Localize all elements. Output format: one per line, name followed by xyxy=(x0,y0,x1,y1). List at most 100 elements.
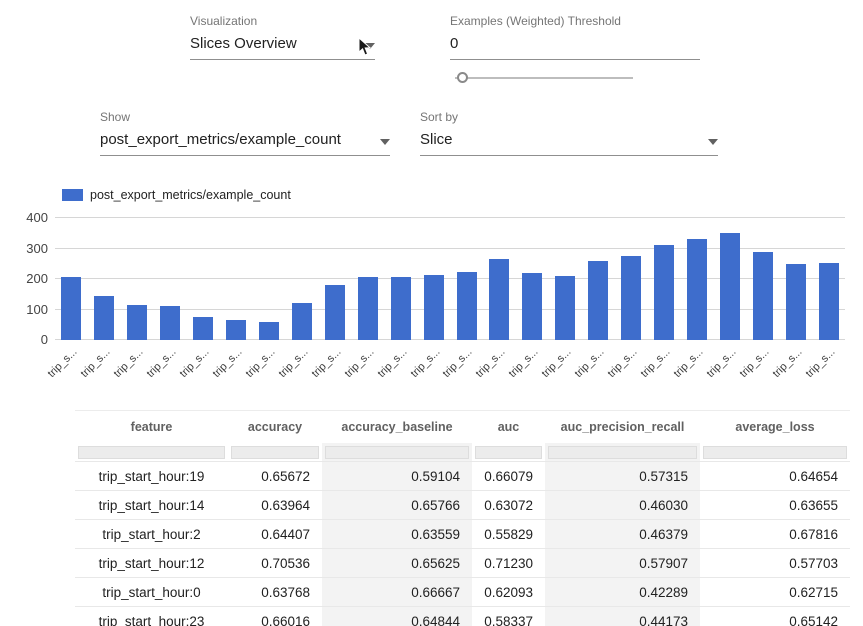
bar[interactable] xyxy=(259,322,279,340)
x-axis-label: trip_s... xyxy=(704,346,738,380)
bar[interactable] xyxy=(127,305,147,340)
table-cell: 0.63072 xyxy=(472,490,545,519)
visualization-control: Visualization Slices Overview xyxy=(190,14,375,60)
bar[interactable] xyxy=(753,252,773,340)
table-cell: 0.65766 xyxy=(322,490,472,519)
column-header-feature[interactable]: feature xyxy=(75,411,228,443)
bar[interactable] xyxy=(588,261,608,340)
table-cell: 0.66016 xyxy=(228,606,322,626)
slider-thumb[interactable] xyxy=(457,72,468,83)
table-cell: 0.62093 xyxy=(472,577,545,606)
table-cell: 0.44173 xyxy=(545,606,700,626)
x-axis-label: trip_s... xyxy=(507,346,541,380)
filter-cell xyxy=(700,443,850,461)
column-header-auc[interactable]: auc xyxy=(472,411,545,443)
table-cell: 0.57703 xyxy=(700,548,850,577)
bar[interactable] xyxy=(522,273,542,340)
bar[interactable] xyxy=(457,272,477,340)
y-axis: 0100200300400 xyxy=(10,218,48,340)
column-header-accuracy_baseline[interactable]: accuracy_baseline xyxy=(322,411,472,443)
bar[interactable] xyxy=(621,256,641,340)
threshold-slider[interactable] xyxy=(455,70,633,86)
table-cell: trip_start_hour:14 xyxy=(75,490,228,519)
x-axis-label: trip_s... xyxy=(276,346,310,380)
bar[interactable] xyxy=(489,259,509,340)
chart-legend: post_export_metrics/example_count xyxy=(62,188,291,202)
filter-cell xyxy=(228,443,322,461)
x-axis-label: trip_s... xyxy=(309,346,343,380)
table-row[interactable]: trip_start_hour:140.639640.657660.630720… xyxy=(75,490,850,519)
bar[interactable] xyxy=(193,317,213,340)
column-filter-input[interactable] xyxy=(548,446,697,459)
bar[interactable] xyxy=(94,296,114,340)
bar-slot: trip_s... xyxy=(384,218,417,340)
bars: trip_s...trip_s...trip_s...trip_s...trip… xyxy=(55,218,845,340)
bar-slot: trip_s... xyxy=(746,218,779,340)
bar[interactable] xyxy=(424,275,444,340)
column-header-average_loss[interactable]: average_loss xyxy=(700,411,850,443)
column-header-auc_precision_recall[interactable]: auc_precision_recall xyxy=(545,411,700,443)
table-cell: 0.46379 xyxy=(545,519,700,548)
slider-track[interactable] xyxy=(455,77,633,79)
column-filter-input[interactable] xyxy=(325,446,469,459)
show-dropdown[interactable]: post_export_metrics/example_count xyxy=(100,131,390,156)
bar[interactable] xyxy=(292,303,312,340)
show-value: post_export_metrics/example_count xyxy=(100,131,341,148)
x-axis-label: trip_s... xyxy=(639,346,673,380)
table-cell: 0.57907 xyxy=(545,548,700,577)
sort-dropdown[interactable]: Slice xyxy=(420,131,718,156)
sort-control: Sort by Slice xyxy=(420,110,718,156)
bar[interactable] xyxy=(61,277,81,340)
filter-cell xyxy=(75,443,228,461)
bar-slot: trip_s... xyxy=(154,218,187,340)
bar-slot: trip_s... xyxy=(121,218,154,340)
table-row[interactable]: trip_start_hour:120.705360.656250.712300… xyxy=(75,548,850,577)
bar[interactable] xyxy=(720,233,740,340)
bar-slot: trip_s... xyxy=(713,218,746,340)
table-row[interactable]: trip_start_hour:230.660160.648440.583370… xyxy=(75,606,850,626)
table-row[interactable]: trip_start_hour:20.644070.635590.558290.… xyxy=(75,519,850,548)
x-axis-label: trip_s... xyxy=(606,346,640,380)
threshold-input[interactable]: 0 xyxy=(450,35,700,60)
table-cell: 0.63655 xyxy=(700,490,850,519)
legend-swatch xyxy=(62,189,83,201)
table-cell: 0.46030 xyxy=(545,490,700,519)
bar[interactable] xyxy=(226,320,246,340)
bar[interactable] xyxy=(819,263,839,340)
column-header-accuracy[interactable]: accuracy xyxy=(228,411,322,443)
bar-slot: trip_s... xyxy=(220,218,253,340)
bar[interactable] xyxy=(325,285,345,340)
x-axis-label: trip_s... xyxy=(211,346,245,380)
table-row[interactable]: trip_start_hour:00.637680.666670.620930.… xyxy=(75,577,850,606)
show-label: Show xyxy=(100,110,390,124)
x-axis-label: trip_s... xyxy=(375,346,409,380)
bar[interactable] xyxy=(358,277,378,340)
bar[interactable] xyxy=(391,277,411,340)
table-cell: trip_start_hour:12 xyxy=(75,548,228,577)
column-filter-input[interactable] xyxy=(703,446,847,459)
column-filter-input[interactable] xyxy=(78,446,225,459)
bar[interactable] xyxy=(654,245,674,340)
table-cell: 0.65142 xyxy=(700,606,850,626)
x-axis-label: trip_s... xyxy=(46,346,80,380)
bar[interactable] xyxy=(687,239,707,340)
bar-slot: trip_s... xyxy=(450,218,483,340)
x-axis-label: trip_s... xyxy=(145,346,179,380)
x-axis-label: trip_s... xyxy=(573,346,607,380)
bar[interactable] xyxy=(786,264,806,340)
bar[interactable] xyxy=(160,306,180,340)
bar-slot: trip_s... xyxy=(681,218,714,340)
column-filter-input[interactable] xyxy=(231,446,319,459)
table-cell: 0.71230 xyxy=(472,548,545,577)
y-axis-label: 100 xyxy=(26,302,48,317)
table-row[interactable]: trip_start_hour:190.656720.591040.660790… xyxy=(75,461,850,490)
bar-slot: trip_s... xyxy=(582,218,615,340)
visualization-label: Visualization xyxy=(190,14,375,28)
threshold-control: Examples (Weighted) Threshold 0 xyxy=(450,14,700,60)
table-cell: 0.64407 xyxy=(228,519,322,548)
column-filter-input[interactable] xyxy=(475,446,542,459)
bar-slot: trip_s... xyxy=(318,218,351,340)
visualization-dropdown[interactable]: Slices Overview xyxy=(190,35,375,60)
bar[interactable] xyxy=(555,276,575,340)
bar-slot: trip_s... xyxy=(88,218,121,340)
